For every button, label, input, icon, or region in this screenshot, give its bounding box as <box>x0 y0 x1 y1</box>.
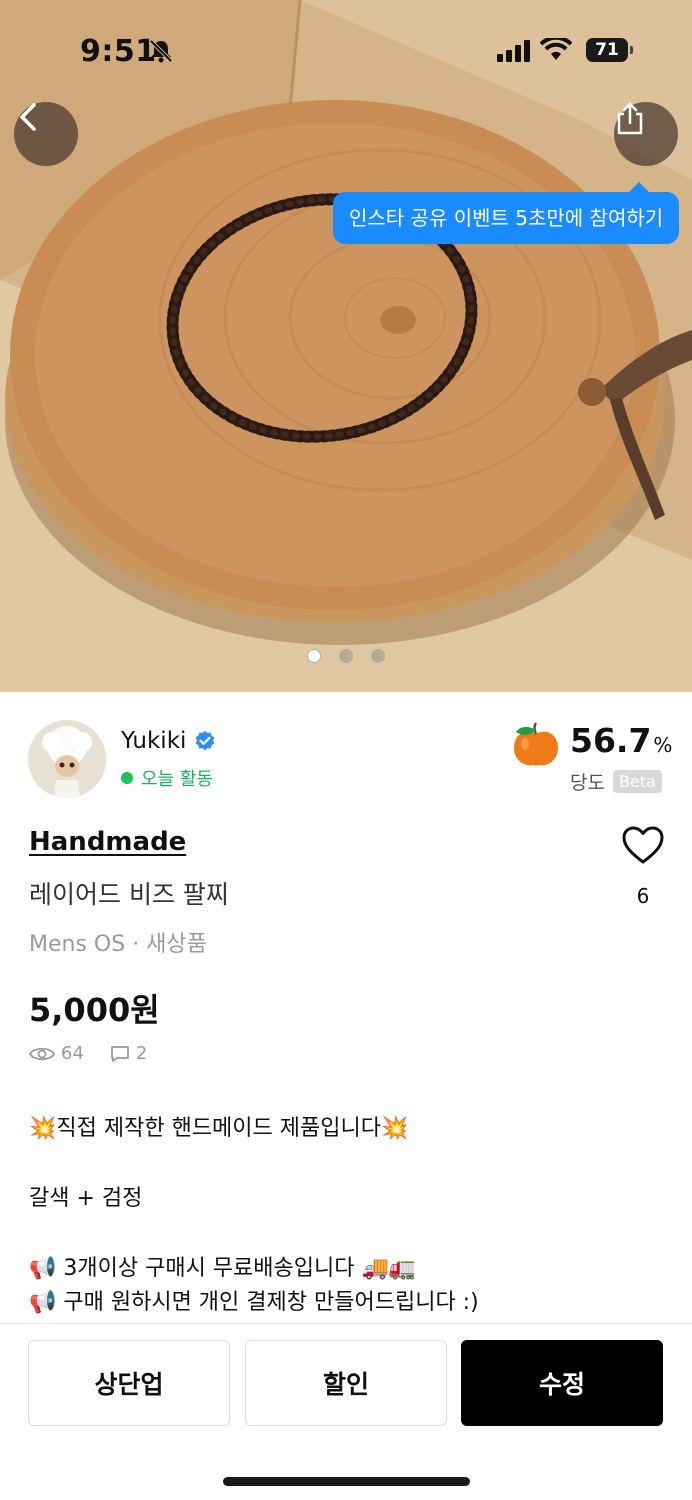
share-event-tooltip[interactable]: 인스타 공유 이벤트 5초만에 참여하기 <box>333 182 680 244</box>
eye-icon <box>29 1047 55 1060</box>
back-button[interactable] <box>14 102 78 166</box>
product-price: 5,000원 <box>29 991 160 1029</box>
beta-badge: Beta <box>612 770 662 793</box>
sweetness-label: 당도 <box>570 772 605 794</box>
sweetness-score: 56.7% <box>570 721 672 760</box>
page-dot-3[interactable] <box>371 649 385 663</box>
sweetness-value: 56.7 <box>570 721 652 760</box>
gallery-page-indicator <box>307 649 385 663</box>
like-count: 6 <box>636 884 650 908</box>
brand-link[interactable]: Handmade <box>29 827 186 857</box>
page-dot-2[interactable] <box>339 649 353 663</box>
view-count: 64 <box>61 1043 84 1064</box>
product-title: 레이어드 비즈 팔찌 <box>29 880 229 909</box>
sweetness-label-row[interactable]: 당도 Beta <box>570 768 662 795</box>
avatar-image <box>28 720 106 798</box>
verified-badge-icon <box>196 731 215 751</box>
chat-icon <box>111 1045 129 1062</box>
battery-indicator: 71 <box>586 38 633 62</box>
seller-avatar[interactable] <box>28 720 106 798</box>
status-bar: 9:51 71 <box>0 0 692 100</box>
seller-name[interactable]: Yukiki <box>121 728 216 754</box>
home-indicator[interactable] <box>223 1477 470 1486</box>
share-button[interactable] <box>614 102 678 166</box>
chevron-left-icon <box>20 103 36 131</box>
bottom-action-bar: 상단업 할인 수정 <box>0 1323 692 1500</box>
description-line: 📢 3개이상 구매시 무료배송입니다 🚚🚛 <box>29 1256 417 1281</box>
product-description: 💥직접 제작한 핸드메이드 제품입니다💥 갈색 + 검정 📢 3개이상 구매시 … <box>29 1112 669 1320</box>
online-dot-icon <box>121 772 133 784</box>
product-photo <box>0 0 692 692</box>
bump-up-button[interactable]: 상단업 <box>28 1340 230 1426</box>
product-stats: 64 2 <box>29 1043 147 1064</box>
discount-button[interactable]: 할인 <box>245 1340 447 1426</box>
page-dot-1[interactable] <box>307 649 321 663</box>
chat-count: 2 <box>135 1043 148 1064</box>
heart-icon <box>622 826 664 864</box>
product-category: Mens OS · 새상품 <box>29 932 207 957</box>
description-line: 📢 구매 원하시면 개인 결제창 만들어드립니다 :) <box>29 1290 479 1315</box>
sweetness-unit: % <box>653 733 673 757</box>
seller-activity-status: 오늘 활동 <box>121 765 213 791</box>
peach-icon <box>512 722 560 772</box>
description-line: 갈색 + 검정 <box>29 1186 143 1211</box>
activity-text: 오늘 활동 <box>141 769 213 790</box>
seller-name-text[interactable]: Yukiki <box>121 728 186 754</box>
status-time: 9:51 <box>80 34 157 69</box>
description-line: 💥직접 제작한 핸드메이드 제품입니다💥 <box>29 1116 409 1141</box>
edit-button[interactable]: 수정 <box>461 1340 663 1426</box>
product-photo-gallery[interactable]: 9:51 71 인스타 공유 이벤트 5초만에 참여하기 <box>0 0 692 692</box>
share-icon <box>617 102 643 135</box>
like-button[interactable] <box>620 825 666 869</box>
